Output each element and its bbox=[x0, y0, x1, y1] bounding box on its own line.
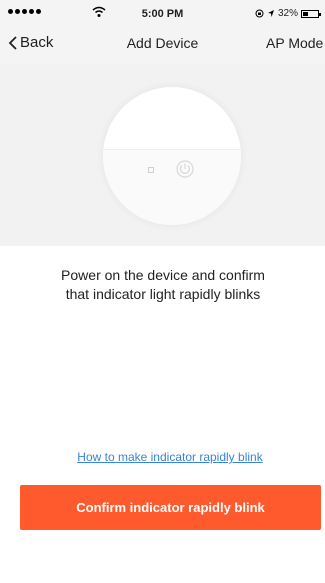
help-link[interactable]: How to make indicator rapidly blink bbox=[0, 450, 325, 464]
status-right: 32% bbox=[255, 8, 321, 19]
chevron-left-icon bbox=[8, 35, 17, 50]
instruction-text: Power on the device and confirm that ind… bbox=[28, 266, 298, 304]
battery-icon bbox=[301, 9, 321, 18]
back-button[interactable]: Back bbox=[8, 34, 53, 51]
nav-bar: Back Add Device AP Mode bbox=[0, 28, 325, 64]
instruction-line-2: that indicator light rapidly blinks bbox=[65, 286, 261, 302]
device-body bbox=[103, 149, 241, 225]
location-icon bbox=[267, 10, 274, 17]
ap-mode-button[interactable]: AP Mode bbox=[266, 35, 323, 51]
confirm-button[interactable]: Confirm indicator rapidly blink bbox=[20, 485, 321, 530]
power-icon bbox=[176, 160, 194, 178]
indicator-light-icon bbox=[148, 167, 154, 173]
device-illustration bbox=[102, 86, 242, 226]
back-label: Back bbox=[20, 34, 54, 51]
device-illustration-panel bbox=[0, 64, 325, 246]
status-bar: 5:00 PM 32% bbox=[0, 0, 325, 28]
instruction-line-1: Power on the device and confirm bbox=[61, 267, 265, 283]
battery-percent: 32% bbox=[277, 8, 298, 19]
rotation-lock-icon bbox=[255, 9, 264, 18]
